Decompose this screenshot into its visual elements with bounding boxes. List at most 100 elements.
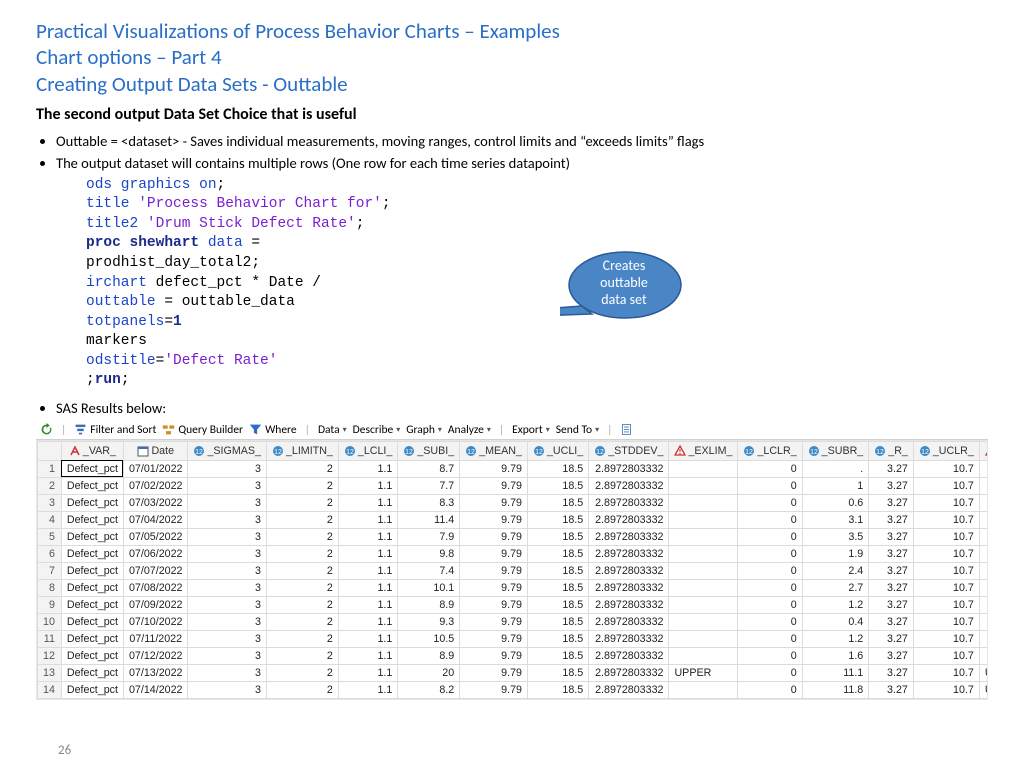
table-cell[interactable]: 07/13/2022 [123, 664, 188, 681]
table-cell[interactable]: 2 [266, 579, 338, 596]
table-cell[interactable]: Defect_pct [61, 528, 123, 545]
table-cell[interactable]: 2.8972803332 [589, 579, 669, 596]
table-cell[interactable]: 0 [738, 596, 802, 613]
table-cell[interactable] [669, 477, 738, 494]
table-cell[interactable]: 1.1 [338, 494, 397, 511]
table-cell[interactable]: Defect_pct [61, 562, 123, 579]
table-cell[interactable]: 9.79 [460, 681, 528, 698]
column-header[interactable]: 12_LIMITN_ [266, 441, 338, 460]
table-row[interactable]: 6Defect_pct07/06/2022321.19.89.7918.52.8… [38, 545, 989, 562]
table-cell[interactable]: 1.9 [802, 545, 869, 562]
table-cell[interactable]: 2 [266, 664, 338, 681]
table-cell[interactable]: 18.5 [527, 681, 588, 698]
table-cell[interactable]: 3.27 [869, 630, 914, 647]
table-cell[interactable]: 2 [266, 545, 338, 562]
table-row[interactable]: 1Defect_pct07/01/2022321.18.79.7918.52.8… [38, 460, 989, 477]
table-cell[interactable]: 4 [38, 511, 62, 528]
table-cell[interactable]: 8.2 [398, 681, 460, 698]
table-cell[interactable]: Defect_pct [61, 460, 123, 477]
table-cell[interactable]: 10.5 [398, 630, 460, 647]
table-cell[interactable]: 0.6 [802, 494, 869, 511]
table-cell[interactable]: 1.1 [338, 511, 397, 528]
table-cell[interactable]: 10.7 [913, 630, 979, 647]
table-cell[interactable]: 0 [738, 647, 802, 664]
table-cell[interactable]: 07/06/2022 [123, 545, 188, 562]
table-cell[interactable]: 07/10/2022 [123, 613, 188, 630]
table-cell[interactable]: 18.5 [527, 528, 588, 545]
table-cell[interactable]: 1.2 [802, 630, 869, 647]
table-cell[interactable]: 2.4 [802, 562, 869, 579]
table-cell[interactable]: 1.6 [802, 647, 869, 664]
table-cell[interactable]: 3.27 [869, 562, 914, 579]
table-cell[interactable]: 2.8972803332 [589, 511, 669, 528]
column-header[interactable]: 12_MEAN_ [460, 441, 528, 460]
table-cell[interactable]: 2.8972803332 [589, 596, 669, 613]
table-cell[interactable] [669, 494, 738, 511]
data-menu[interactable]: Data ▾ [318, 423, 347, 437]
table-cell[interactable]: 12 [38, 647, 62, 664]
table-cell[interactable]: 3 [188, 630, 266, 647]
table-cell[interactable]: 10.7 [913, 664, 979, 681]
table-cell[interactable]: 9.79 [460, 596, 528, 613]
table-cell[interactable] [669, 579, 738, 596]
table-cell[interactable]: 07/04/2022 [123, 511, 188, 528]
table-cell[interactable]: 1.1 [338, 460, 397, 477]
table-cell[interactable]: Defect_pct [61, 664, 123, 681]
analyze-menu[interactable]: Analyze ▾ [448, 423, 491, 437]
table-cell[interactable]: 13 [38, 664, 62, 681]
table-cell[interactable] [669, 613, 738, 630]
table-cell[interactable]: Defect_pct [61, 647, 123, 664]
table-cell[interactable]: 9.79 [460, 545, 528, 562]
table-cell[interactable]: 2 [266, 511, 338, 528]
table-cell[interactable]: 2.8972803332 [589, 664, 669, 681]
table-cell[interactable]: 0 [738, 477, 802, 494]
table-cell[interactable]: 3 [38, 494, 62, 511]
table-cell[interactable]: 2 [266, 477, 338, 494]
table-cell[interactable]: 0 [738, 511, 802, 528]
table-cell[interactable]: 18.5 [527, 477, 588, 494]
table-cell[interactable] [669, 647, 738, 664]
table-cell[interactable]: 3 [188, 511, 266, 528]
table-cell[interactable]: 1 [802, 477, 869, 494]
table-cell[interactable]: 3 [188, 528, 266, 545]
query-builder-button[interactable]: Query Builder [162, 423, 243, 437]
table-cell[interactable]: 14 [38, 681, 62, 698]
table-cell[interactable]: 1.1 [338, 562, 397, 579]
table-cell[interactable]: 1.1 [338, 579, 397, 596]
table-cell[interactable]: 10.7 [913, 511, 979, 528]
table-cell[interactable]: 2 [266, 596, 338, 613]
table-cell[interactable]: 9.79 [460, 511, 528, 528]
table-cell[interactable] [979, 494, 988, 511]
table-cell[interactable]: 07/07/2022 [123, 562, 188, 579]
table-cell[interactable]: 2 [266, 562, 338, 579]
table-cell[interactable]: 07/14/2022 [123, 681, 188, 698]
table-cell[interactable] [669, 528, 738, 545]
table-cell[interactable]: 0 [738, 545, 802, 562]
table-cell[interactable]: 0 [738, 681, 802, 698]
table-cell[interactable] [979, 613, 988, 630]
describe-menu[interactable]: Describe ▾ [353, 423, 401, 437]
table-row[interactable]: 2Defect_pct07/02/2022321.17.79.7918.52.8… [38, 477, 989, 494]
table-cell[interactable]: 0 [738, 664, 802, 681]
table-cell[interactable]: 9.79 [460, 460, 528, 477]
table-cell[interactable]: 9 [38, 596, 62, 613]
table-cell[interactable]: 11 [38, 630, 62, 647]
table-cell[interactable] [979, 460, 988, 477]
table-row[interactable]: 14Defect_pct07/14/2022321.18.29.7918.52.… [38, 681, 989, 698]
table-cell[interactable]: 07/02/2022 [123, 477, 188, 494]
table-cell[interactable]: 3.27 [869, 681, 914, 698]
export-menu[interactable]: Export ▾ [512, 423, 550, 437]
table-cell[interactable]: 2 [266, 613, 338, 630]
table-row[interactable]: 3Defect_pct07/03/2022321.18.39.7918.52.8… [38, 494, 989, 511]
table-cell[interactable]: Defect_pct [61, 545, 123, 562]
table-cell[interactable]: 7.7 [398, 477, 460, 494]
table-cell[interactable]: 2.8972803332 [589, 460, 669, 477]
table-cell[interactable]: 3 [188, 647, 266, 664]
table-cell[interactable]: 10.7 [913, 494, 979, 511]
table-cell[interactable]: 18.5 [527, 511, 588, 528]
table-cell[interactable]: 1.1 [338, 681, 397, 698]
table-cell[interactable]: 0 [738, 460, 802, 477]
table-cell[interactable]: Defect_pct [61, 579, 123, 596]
table-cell[interactable]: 2 [266, 681, 338, 698]
table-cell[interactable]: 18.5 [527, 613, 588, 630]
